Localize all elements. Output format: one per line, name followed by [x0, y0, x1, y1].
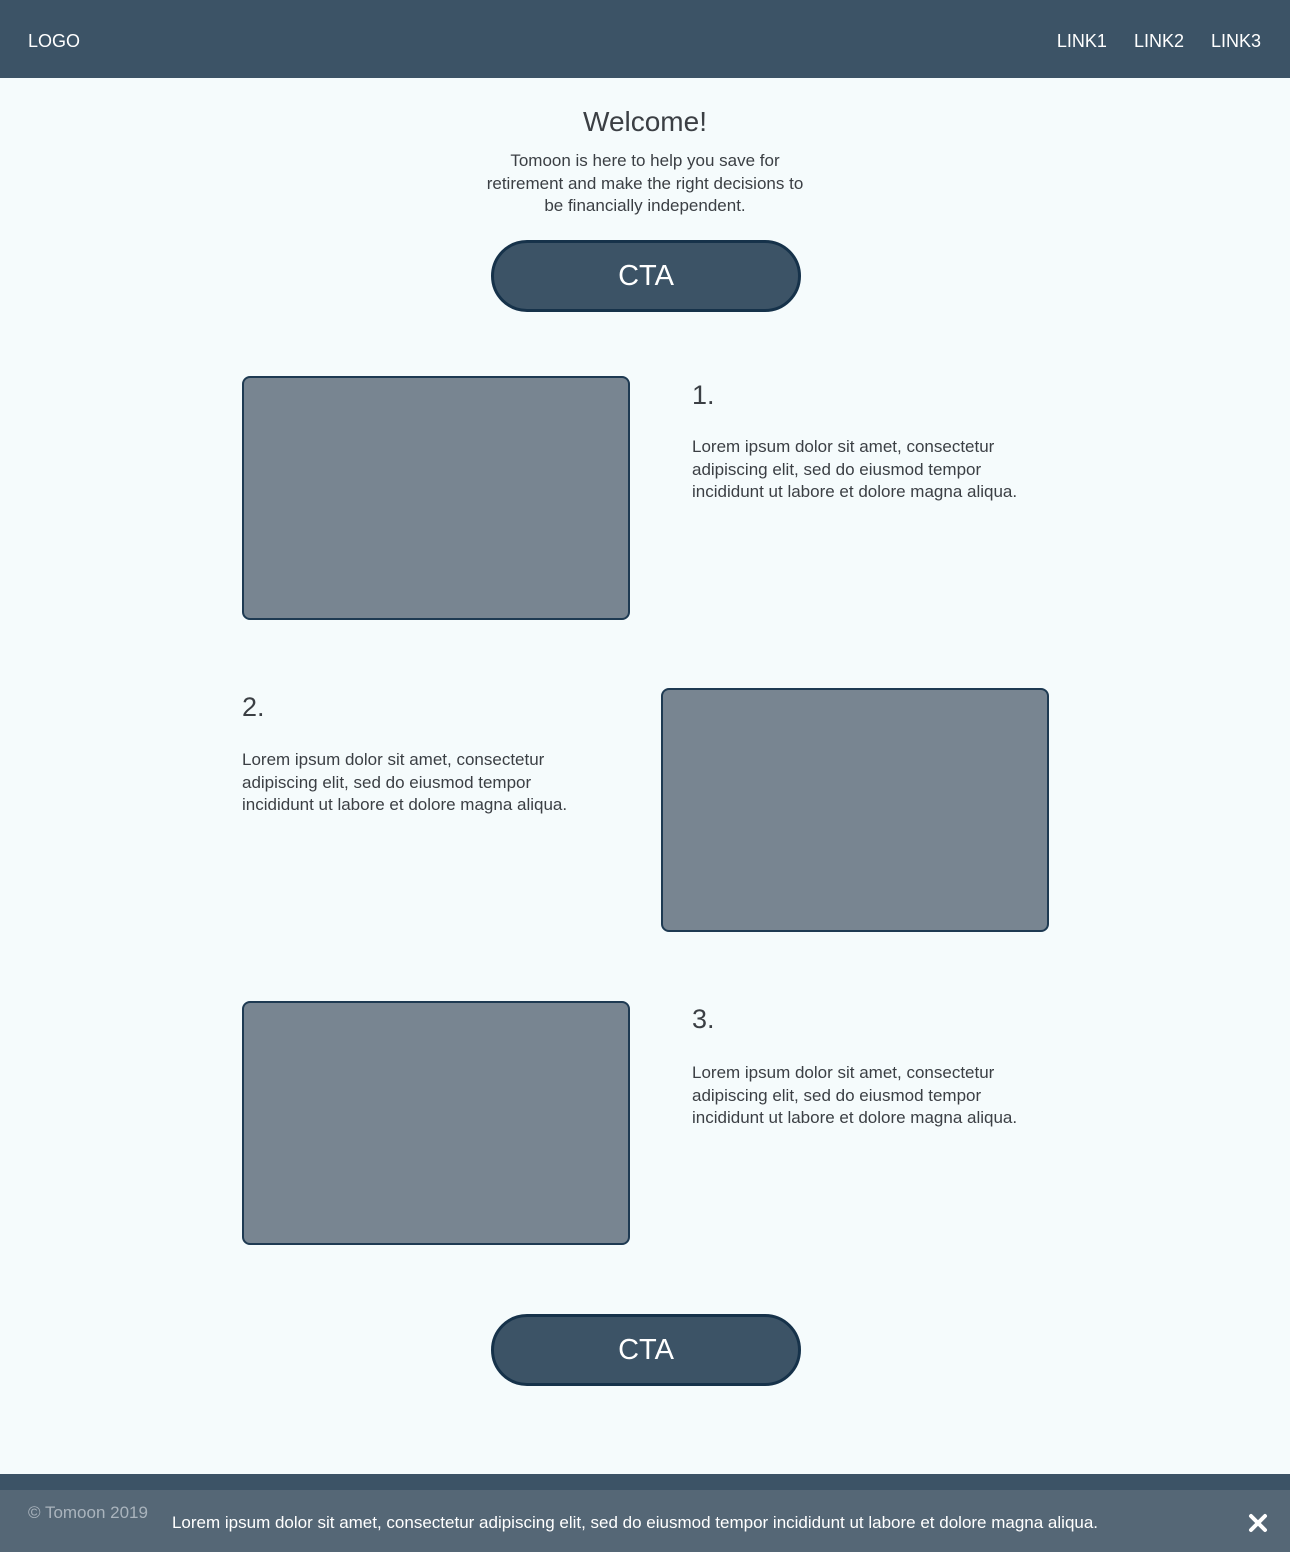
- cta-button-bottom[interactable]: CTA: [491, 1314, 801, 1386]
- step-3-text: Lorem ipsum dolor sit amet, consectetur …: [692, 1062, 1052, 1130]
- hero-description: Tomoon is here to help you save for reti…: [465, 150, 825, 218]
- step-text-line: incididunt ut labore et dolore magna ali…: [242, 795, 568, 814]
- step-text-line: adipiscing elit, sed do eiusmod tempor: [242, 772, 532, 792]
- nav-link-3[interactable]: LINK3: [1211, 31, 1261, 51]
- step-1-text: Lorem ipsum dolor sit amet, consectetur …: [692, 436, 1052, 504]
- step-text-line: incididunt ut labore et dolore magna ali…: [692, 482, 1018, 501]
- nav-links: LINK1 LINK2 LINK3: [1030, 31, 1261, 51]
- step-text-line: Lorem ipsum dolor sit amet, consectetur: [692, 1063, 995, 1082]
- step-text-line: Lorem ipsum dolor sit amet, consectetur: [242, 750, 545, 769]
- step-text-line: adipiscing elit, sed do eiusmod tempor: [692, 459, 982, 479]
- nav-link-2[interactable]: LINK2: [1134, 31, 1184, 51]
- hero-description-line: be financially independent.: [544, 196, 746, 215]
- step-2-number: 2.: [242, 692, 265, 722]
- hero-description-line: Tomoon is here to help you save for: [510, 151, 780, 170]
- step-text-line: incididunt ut labore et dolore magna ali…: [692, 1108, 1018, 1127]
- step-3-number: 3.: [692, 1004, 715, 1034]
- step-1-image-placeholder: [242, 376, 630, 620]
- cta-button-top[interactable]: CTA: [491, 240, 801, 312]
- landing-page: LOGO LINK1 LINK2 LINK3 Welcome! Tomoon i…: [0, 0, 1290, 1552]
- nav-link-1[interactable]: LINK1: [1057, 31, 1107, 51]
- page-title: Welcome!: [583, 106, 707, 137]
- step-text-line: Lorem ipsum dolor sit amet, consectetur: [692, 437, 995, 456]
- step-1-number: 1.: [692, 380, 715, 410]
- hero-description-line: retirement and make the right decisions …: [486, 173, 804, 193]
- step-2-text: Lorem ipsum dolor sit amet, consectetur …: [242, 749, 602, 817]
- top-nav-bar: LOGO LINK1 LINK2 LINK3: [0, 0, 1290, 78]
- logo[interactable]: LOGO: [28, 31, 80, 51]
- step-2-image-placeholder: [661, 688, 1049, 932]
- step-text-line: adipiscing elit, sed do eiusmod tempor: [692, 1085, 982, 1105]
- cookie-banner-text: Lorem ipsum dolor sit amet, consectetur …: [171, 1513, 1099, 1532]
- close-icon[interactable]: [1247, 1512, 1269, 1534]
- step-3-image-placeholder: [242, 1001, 630, 1245]
